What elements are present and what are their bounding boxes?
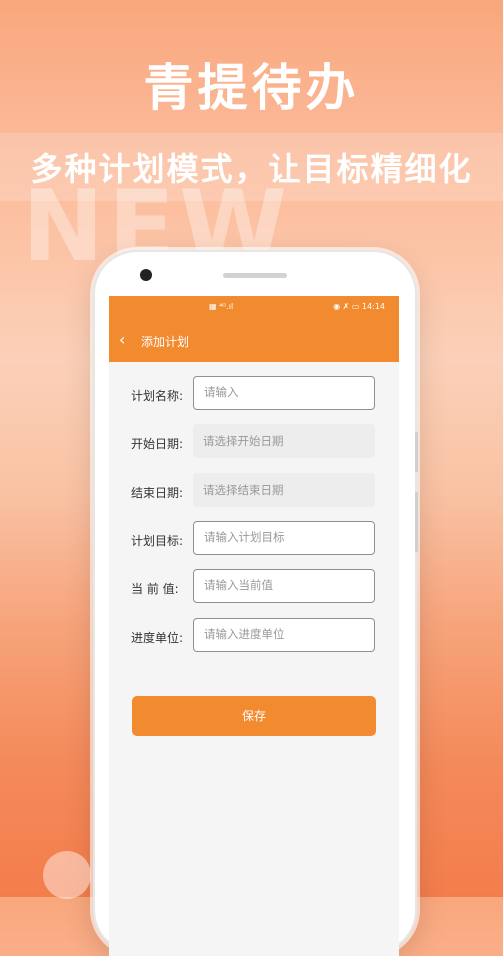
form-row-end-date: 结束日期: 请选择结束日期	[109, 473, 399, 509]
form-row-target: 计划目标: 请输入计划目标	[109, 521, 399, 557]
field-label: 当 前 值:	[131, 582, 179, 596]
status-bar: ▦ ⁴ᴳ.ıl ◉ ✗ ▭ 14:14	[109, 296, 399, 318]
plan-name-input[interactable]: 请输入	[193, 376, 375, 410]
status-right: ◉ ✗ ▭ 14:14	[333, 302, 385, 311]
field-label: 结束日期:	[131, 486, 184, 500]
signal-icon: ▦ ⁴ᴳ.ıl	[209, 302, 234, 311]
form-row-name: 计划名称: 请输入	[109, 376, 399, 412]
decorative-circle	[43, 851, 91, 899]
app-screen: ▦ ⁴ᴳ.ıl ◉ ✗ ▭ 14:14 ‹ 添加计划 计划名称: 请输入 开始日…	[109, 296, 399, 956]
save-button[interactable]: 保存	[132, 696, 376, 736]
page-title: 添加计划	[141, 335, 190, 349]
field-label: 计划目标:	[131, 534, 184, 548]
promo-subtitle: 多种计划模式，让目标精细化	[30, 150, 473, 188]
plan-target-input[interactable]: 请输入计划目标	[193, 521, 375, 555]
camera-icon	[140, 269, 152, 281]
field-label: 进度单位:	[131, 631, 184, 645]
field-label: 开始日期:	[131, 437, 184, 451]
form-row-current-value: 当 前 值: 请输入当前值	[109, 569, 399, 605]
start-date-picker[interactable]: 请选择开始日期	[193, 424, 375, 458]
speaker-grille	[223, 273, 287, 278]
app-bar: ‹ 添加计划	[109, 318, 399, 362]
phone-frame: ▦ ⁴ᴳ.ıl ◉ ✗ ▭ 14:14 ‹ 添加计划 计划名称: 请输入 开始日…	[93, 250, 418, 956]
back-icon[interactable]: ‹	[119, 330, 125, 349]
progress-unit-input[interactable]: 请输入进度单位	[193, 618, 375, 652]
side-button	[415, 492, 418, 552]
current-value-input[interactable]: 请输入当前值	[193, 569, 375, 603]
end-date-picker[interactable]: 请选择结束日期	[193, 473, 375, 507]
side-button	[415, 432, 418, 472]
promo-title: 青提待办	[143, 59, 360, 117]
field-label: 计划名称:	[131, 389, 184, 403]
form-row-unit: 进度单位: 请输入进度单位	[109, 618, 399, 654]
form-row-start-date: 开始日期: 请选择开始日期	[109, 424, 399, 460]
